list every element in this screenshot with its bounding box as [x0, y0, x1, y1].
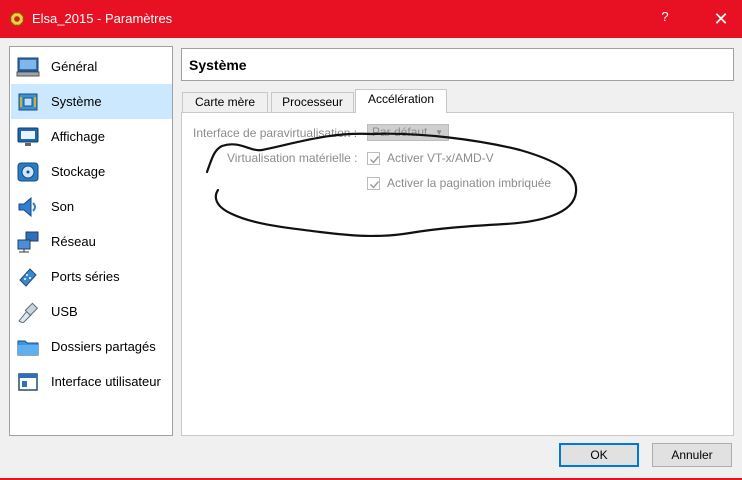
paravirt-select[interactable]: Par défaut ▼	[367, 124, 449, 141]
monitor-icon	[15, 55, 41, 79]
sidebar-item-usb[interactable]: USB	[11, 294, 172, 329]
sidebar-item-shared-folders[interactable]: Dossiers partagés	[11, 329, 172, 364]
sidebar-item-system[interactable]: Système	[11, 84, 172, 119]
sidebar-item-label: USB	[51, 304, 78, 319]
sidebar-item-label: Affichage	[51, 129, 105, 144]
folder-icon	[15, 335, 41, 359]
sidebar-item-label: Son	[51, 199, 75, 214]
vtx-label: Activer VT-x/AMD-V	[387, 151, 494, 165]
network-icon	[15, 230, 41, 254]
sidebar-item-label: Réseau	[51, 234, 96, 249]
sidebar-item-display[interactable]: Affichage	[11, 119, 172, 154]
page-title: Système	[189, 57, 247, 73]
serial-port-icon	[15, 265, 41, 289]
sidebar-item-label: Ports séries	[51, 269, 120, 284]
sidebar-item-label: Dossiers partagés	[51, 339, 156, 354]
hwvirt-label: Virtualisation matérielle :	[227, 151, 358, 165]
sidebar-item-serial-ports[interactable]: Ports séries	[11, 259, 172, 294]
sidebar-item-general[interactable]: Général	[11, 49, 172, 84]
cancel-button[interactable]: Annuler	[652, 443, 732, 467]
sidebar-item-audio[interactable]: Son	[11, 189, 172, 224]
nested-paging-label: Activer la pagination imbriquée	[387, 176, 552, 190]
tab-processor[interactable]: Processeur	[271, 92, 354, 113]
tab-motherboard[interactable]: Carte mère	[182, 92, 268, 113]
ok-button[interactable]: OK	[559, 443, 639, 467]
speaker-icon	[15, 195, 41, 219]
display-icon	[15, 125, 41, 149]
sidebar-item-user-interface[interactable]: Interface utilisateur	[11, 364, 172, 399]
paravirt-select-value: Par défaut	[372, 125, 428, 139]
paravirt-label: Interface de paravirtualisation :	[193, 126, 358, 140]
tab-acceleration[interactable]: Accélération	[355, 89, 447, 113]
chevron-down-icon: ▼	[435, 128, 443, 137]
window-ui-icon	[15, 370, 41, 394]
sidebar-item-label: Interface utilisateur	[51, 374, 161, 389]
title-bar: Elsa_2015 - Paramètres ? ✕	[0, 0, 742, 38]
disk-icon	[15, 160, 41, 184]
vtx-checkbox[interactable]	[367, 152, 380, 165]
motherboard-chip-icon	[15, 90, 41, 114]
help-button[interactable]: ?	[650, 9, 680, 29]
window-title: Elsa_2015 - Paramètres	[32, 11, 173, 26]
sidebar-item-label: Stockage	[51, 164, 106, 179]
sidebar-item-storage[interactable]: Stockage	[11, 154, 172, 189]
nested-paging-checkbox[interactable]	[367, 177, 380, 190]
sidebar-item-network[interactable]: Réseau	[11, 224, 172, 259]
usb-plug-icon	[15, 300, 41, 324]
settings-sidebar: Général Système Affichage Stockage Son R…	[9, 46, 173, 436]
virtualbox-gear-icon	[9, 11, 25, 27]
sidebar-item-label: Général	[51, 59, 98, 74]
acceleration-panel: Interface de paravirtualisation : Par dé…	[181, 112, 734, 436]
sidebar-item-label: Système	[51, 94, 102, 109]
close-button[interactable]: ✕	[700, 4, 742, 34]
section-header: Système	[181, 48, 734, 81]
